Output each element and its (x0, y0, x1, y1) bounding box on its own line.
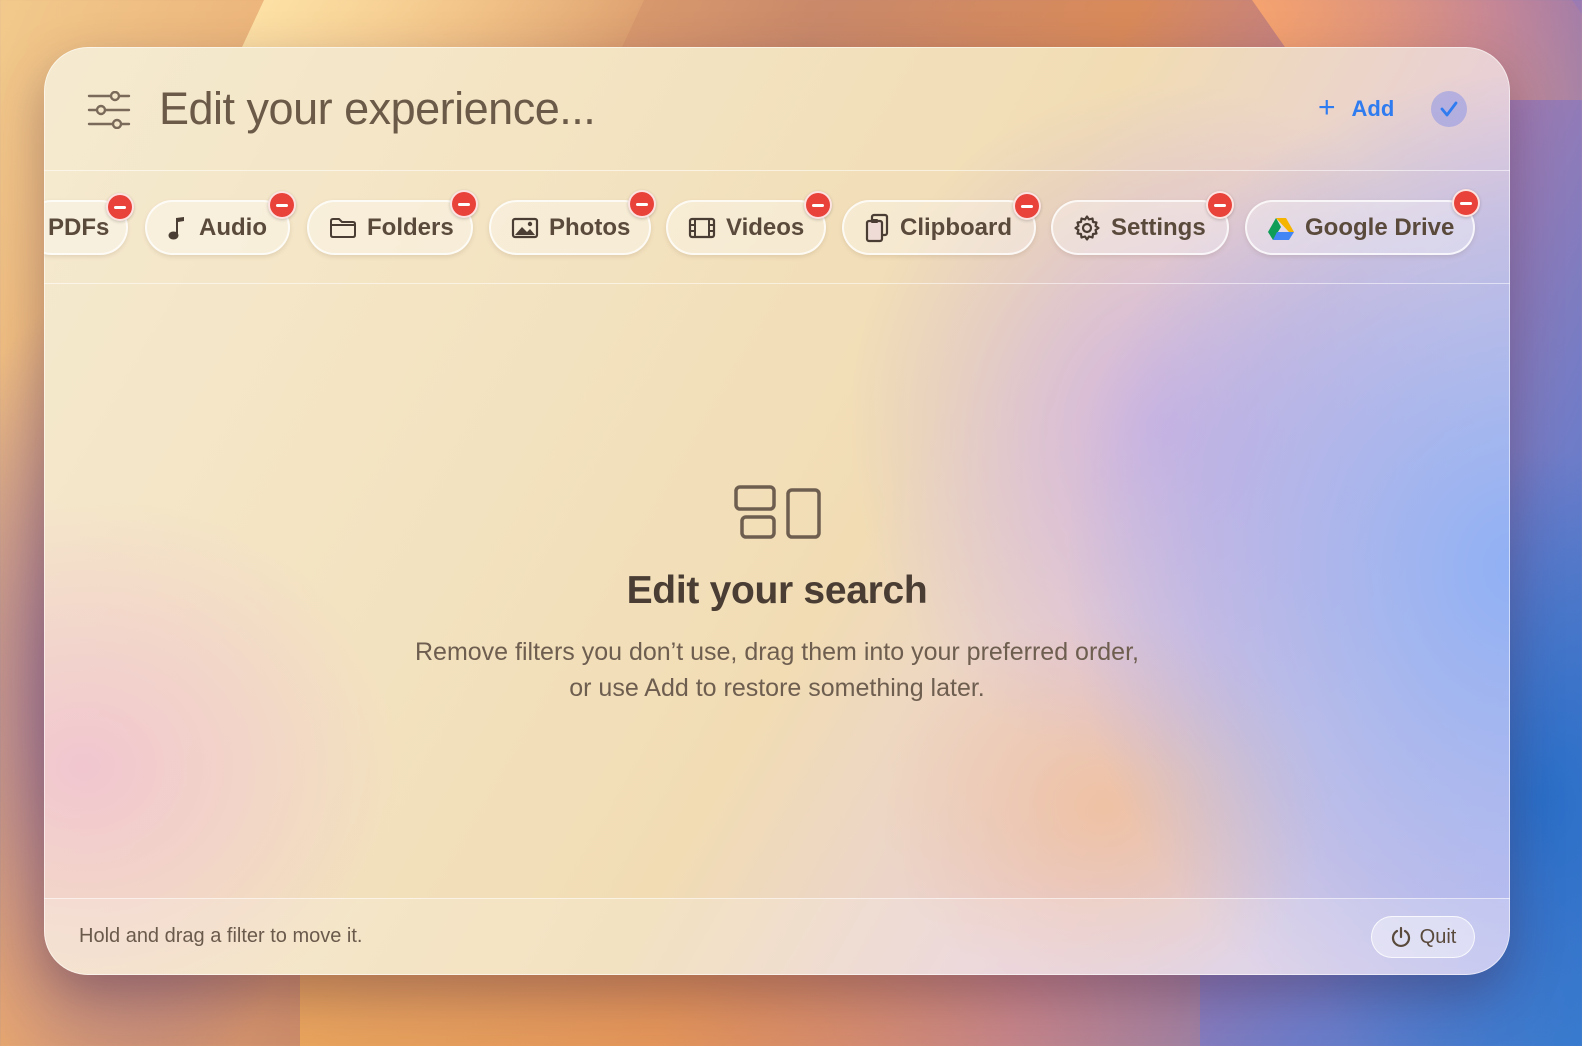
filter-chip-clipboard[interactable]: Clipboard (842, 200, 1036, 255)
empty-state-description-line: or use Add to restore something later. (569, 674, 985, 702)
drag-hint: Hold and drag a filter to move it. (79, 925, 363, 947)
gear-icon (1074, 214, 1100, 241)
edit-experience-window: Edit your experience... + Add PDFs Audio (44, 47, 1510, 975)
remove-filter-button[interactable] (1452, 189, 1480, 217)
google-drive-icon (1268, 217, 1294, 240)
quit-button[interactable]: Quit (1371, 916, 1475, 958)
power-icon (1391, 926, 1410, 948)
filter-chip-label: PDFs (48, 213, 110, 241)
chips-divider (44, 283, 1510, 284)
filter-chip-label: Audio (199, 213, 267, 241)
remove-filter-button[interactable] (628, 190, 656, 218)
film-icon (688, 217, 716, 238)
filter-chip-label: Clipboard (900, 213, 1012, 241)
checkmark-icon (1440, 101, 1458, 117)
remove-filter-button[interactable] (1206, 191, 1234, 219)
empty-state-description: Remove filters you don’t use, drag them … (327, 634, 1227, 706)
add-label: Add (1351, 96, 1395, 121)
filter-chip-videos[interactable]: Videos (666, 200, 826, 255)
remove-filter-button[interactable] (804, 191, 832, 219)
quit-label: Quit (1419, 925, 1457, 948)
header: Edit your experience... + Add (44, 47, 1510, 171)
remove-filter-button[interactable] (450, 190, 478, 218)
add-button[interactable]: + Add (1318, 93, 1394, 125)
sliders-icon (87, 91, 131, 129)
filter-chip-settings[interactable]: Settings (1051, 200, 1229, 255)
clipboard-icon (865, 213, 889, 242)
wallpaper-streak (300, 970, 1200, 1046)
filter-chip-label: Settings (1111, 213, 1206, 241)
empty-state-title: Edit your search (626, 569, 928, 612)
filter-chip-label: Google Drive (1305, 213, 1455, 241)
plus-icon: + (1318, 91, 1336, 124)
layout-panels-icon (734, 485, 821, 539)
filter-chip-label: Videos (726, 213, 805, 241)
remove-filter-button[interactable] (1013, 192, 1041, 220)
filter-chip-row: PDFs Audio Folders Photos Videos Clipboa… (44, 171, 1510, 283)
done-button[interactable] (1431, 91, 1467, 127)
photo-icon (511, 217, 539, 238)
remove-filter-button[interactable] (106, 193, 134, 221)
filter-chip-label: Photos (549, 213, 631, 241)
filter-chip-photos[interactable]: Photos (489, 200, 651, 255)
filter-chip-label: Folders (367, 213, 454, 241)
page-title: Edit your experience... (159, 83, 596, 134)
footer: Hold and drag a filter to move it. Quit (44, 898, 1510, 975)
folder-icon (330, 217, 356, 238)
remove-filter-button[interactable] (268, 191, 296, 219)
empty-state-description-line: Remove filters you don’t use, drag them … (415, 638, 1139, 666)
filter-chip-google-drive[interactable]: Google Drive (1245, 200, 1475, 255)
music-note-icon (168, 216, 184, 239)
filter-chip-folders[interactable]: Folders (307, 200, 473, 255)
